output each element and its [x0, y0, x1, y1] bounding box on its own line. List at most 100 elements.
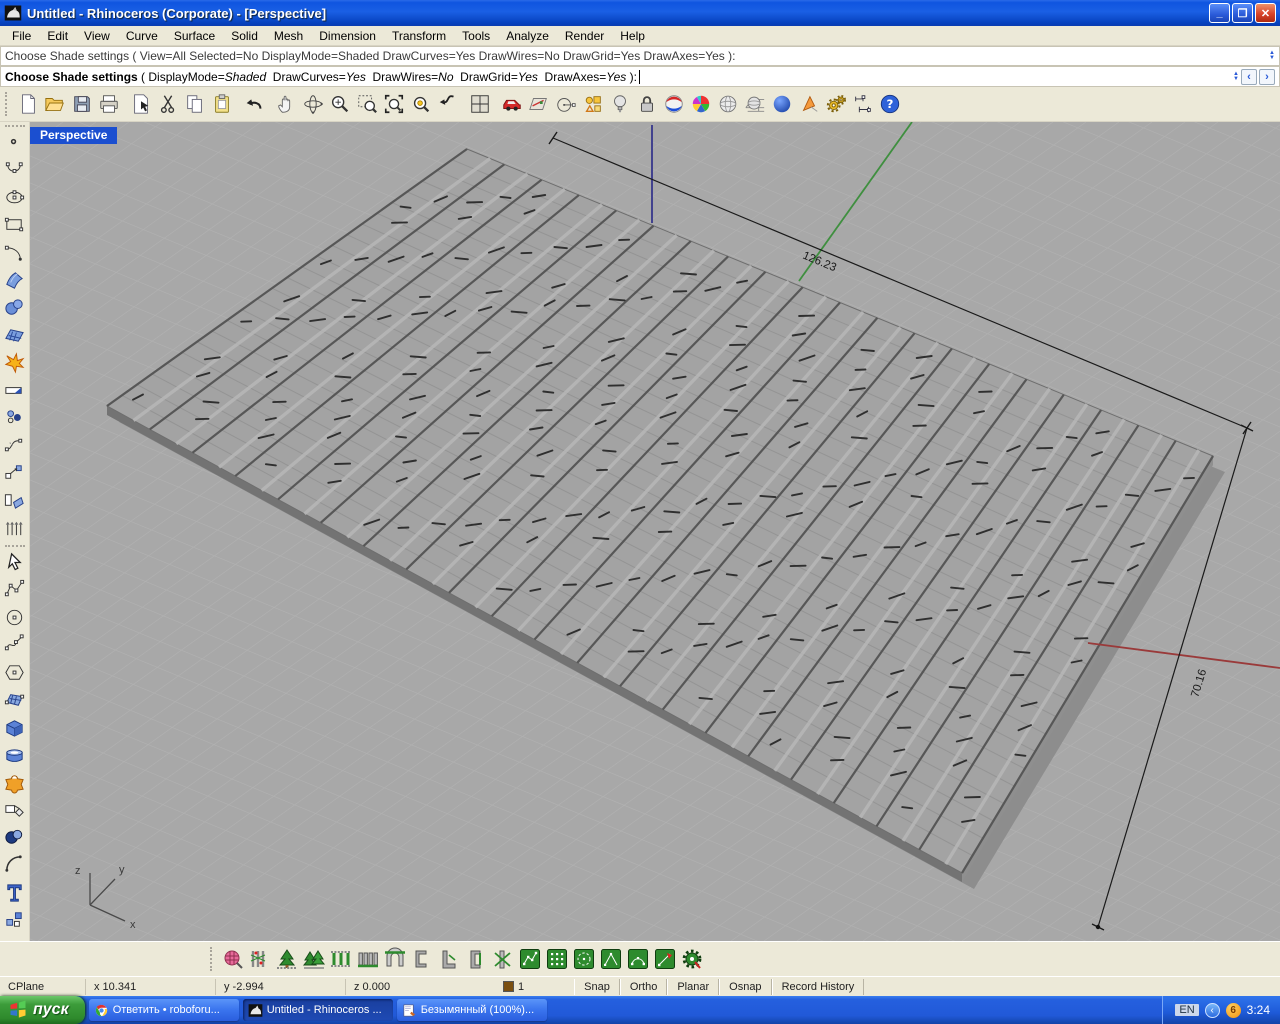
- prompt-spinner[interactable]: ▲▼: [1233, 72, 1239, 82]
- menu-transform[interactable]: Transform: [384, 27, 454, 45]
- status-pane-snap[interactable]: Snap: [574, 979, 620, 995]
- flow-along-surface-tool-icon[interactable]: [1, 487, 28, 515]
- tray-notification-icon[interactable]: 6: [1226, 1003, 1241, 1018]
- minimize-button[interactable]: _: [1209, 3, 1230, 23]
- cone-alert-icon[interactable]: [795, 91, 822, 118]
- layer-objects-icon[interactable]: [579, 91, 606, 118]
- status-pane-osnap[interactable]: Osnap: [719, 979, 771, 995]
- lightbulb-icon[interactable]: [606, 91, 633, 118]
- language-indicator[interactable]: EN: [1175, 1004, 1198, 1016]
- toolbar-drag-handle[interactable]: [5, 92, 10, 116]
- boolean-union-tool-icon[interactable]: [1, 769, 28, 797]
- close-button[interactable]: ✕: [1255, 3, 1276, 23]
- trim-tool-icon[interactable]: [1, 796, 28, 824]
- print-icon[interactable]: [95, 91, 122, 118]
- polyline-tool-icon[interactable]: [1, 576, 28, 604]
- fence-posts-icon[interactable]: [246, 946, 273, 973]
- ellipse-tool-icon[interactable]: [1, 184, 28, 212]
- columns-icon[interactable]: [327, 946, 354, 973]
- trees-icon[interactable]: [300, 946, 327, 973]
- blend-curve-tool-icon[interactable]: [1, 432, 28, 460]
- sidebar-drag-handle[interactable]: [5, 125, 25, 127]
- new-file-icon[interactable]: [14, 91, 41, 118]
- undo-icon[interactable]: [240, 91, 267, 118]
- extrude-tool-icon[interactable]: [1, 514, 28, 542]
- cplane-pane[interactable]: CPlane: [0, 979, 86, 995]
- paste-icon[interactable]: [208, 91, 235, 118]
- layer-pane[interactable]: 1: [478, 979, 532, 995]
- taskbar-task-chrome[interactable]: Ответить • roboforu...: [89, 999, 239, 1021]
- taskbar-task-rhino[interactable]: Untitled - Rhinoceros ...: [243, 999, 393, 1021]
- hatch-tool-icon[interactable]: [1, 377, 28, 405]
- zoom-window-icon[interactable]: [353, 91, 380, 118]
- spheres-tool-icon[interactable]: [1, 294, 28, 322]
- angle-tile-icon[interactable]: [597, 946, 624, 973]
- render-wheel-icon[interactable]: [687, 91, 714, 118]
- edit-doc-icon[interactable]: [127, 91, 154, 118]
- wall-section-icon[interactable]: [408, 946, 435, 973]
- perspective-viewport[interactable]: Perspective 126.2370.16zyx: [30, 122, 1280, 941]
- slab-tool-icon[interactable]: [1, 741, 28, 769]
- circle-radius-icon[interactable]: [552, 91, 579, 118]
- circle-points-tile-icon[interactable]: [570, 946, 597, 973]
- render-full-icon[interactable]: [768, 91, 795, 118]
- render-sphere-icon[interactable]: [714, 91, 741, 118]
- plugin-gear-icon[interactable]: [678, 946, 705, 973]
- menu-view[interactable]: View: [76, 27, 118, 45]
- menu-analyze[interactable]: Analyze: [498, 27, 557, 45]
- car-icon[interactable]: [498, 91, 525, 118]
- status-pane-record-history[interactable]: Record History: [772, 979, 865, 995]
- menu-edit[interactable]: Edit: [39, 27, 76, 45]
- prompt-prev-button[interactable]: ‹: [1241, 69, 1257, 85]
- rectangle-tool-icon[interactable]: [1, 212, 28, 240]
- menu-file[interactable]: File: [4, 27, 39, 45]
- cplane-map-icon[interactable]: [525, 91, 552, 118]
- command-prompt-line[interactable]: Choose Shade settings ( DisplayMode=Shad…: [0, 66, 1280, 87]
- history-scroll-arrows[interactable]: ▲▼: [1269, 51, 1275, 61]
- zoom-dynamic-icon[interactable]: [326, 91, 353, 118]
- point-cloud-tool-icon[interactable]: [1, 404, 28, 432]
- block-tool-icon[interactable]: [1, 906, 28, 934]
- menu-render[interactable]: Render: [557, 27, 612, 45]
- restore-button[interactable]: ❐: [1232, 3, 1253, 23]
- rotate-view-icon[interactable]: [299, 91, 326, 118]
- open-file-icon[interactable]: [41, 91, 68, 118]
- viewport-canvas[interactable]: 126.2370.16zyx: [30, 122, 1280, 941]
- tree-icon[interactable]: [273, 946, 300, 973]
- copy-object-tool-icon[interactable]: [1, 459, 28, 487]
- point-tool-icon[interactable]: [1, 129, 28, 157]
- mesh-surface-tool-icon[interactable]: [1, 322, 28, 350]
- viewport-layout-icon[interactable]: [466, 91, 493, 118]
- menu-dimension[interactable]: Dimension: [311, 27, 384, 45]
- viewport-title[interactable]: Perspective: [30, 127, 117, 144]
- options-gears-icon[interactable]: [822, 91, 849, 118]
- arch-icon[interactable]: [381, 946, 408, 973]
- pillars-icon[interactable]: [354, 946, 381, 973]
- command-history-line[interactable]: Choose Shade settings ( View=All Selecte…: [0, 46, 1280, 66]
- status-pane-ortho[interactable]: Ortho: [620, 979, 668, 995]
- circle-tool-icon[interactable]: [1, 604, 28, 632]
- select-tool-icon[interactable]: [1, 549, 28, 577]
- radius-tile-icon[interactable]: [651, 946, 678, 973]
- status-pane-planar[interactable]: Planar: [667, 979, 719, 995]
- arc-tool-icon[interactable]: [1, 239, 28, 267]
- pan-view-icon[interactable]: [272, 91, 299, 118]
- plugin-toolbar-drag-handle[interactable]: [210, 947, 215, 971]
- box-tool-icon[interactable]: [1, 714, 28, 742]
- copy-icon[interactable]: [181, 91, 208, 118]
- tray-collapse-icon[interactable]: ‹: [1205, 1003, 1220, 1018]
- surface-tool-icon[interactable]: [1, 267, 28, 295]
- render-mesh-pink-icon[interactable]: [219, 946, 246, 973]
- cut-icon[interactable]: [154, 91, 181, 118]
- draw-polyline-tile-icon[interactable]: [516, 946, 543, 973]
- menu-surface[interactable]: Surface: [166, 27, 223, 45]
- patch-tool-icon[interactable]: [1, 686, 28, 714]
- polygon-tool-icon[interactable]: [1, 659, 28, 687]
- start-button[interactable]: пуск: [0, 996, 85, 1024]
- menu-mesh[interactable]: Mesh: [266, 27, 311, 45]
- menu-curve[interactable]: Curve: [118, 27, 166, 45]
- prompt-next-button[interactable]: ›: [1259, 69, 1275, 85]
- help-icon[interactable]: ?: [876, 91, 903, 118]
- menu-solid[interactable]: Solid: [223, 27, 266, 45]
- save-icon[interactable]: [68, 91, 95, 118]
